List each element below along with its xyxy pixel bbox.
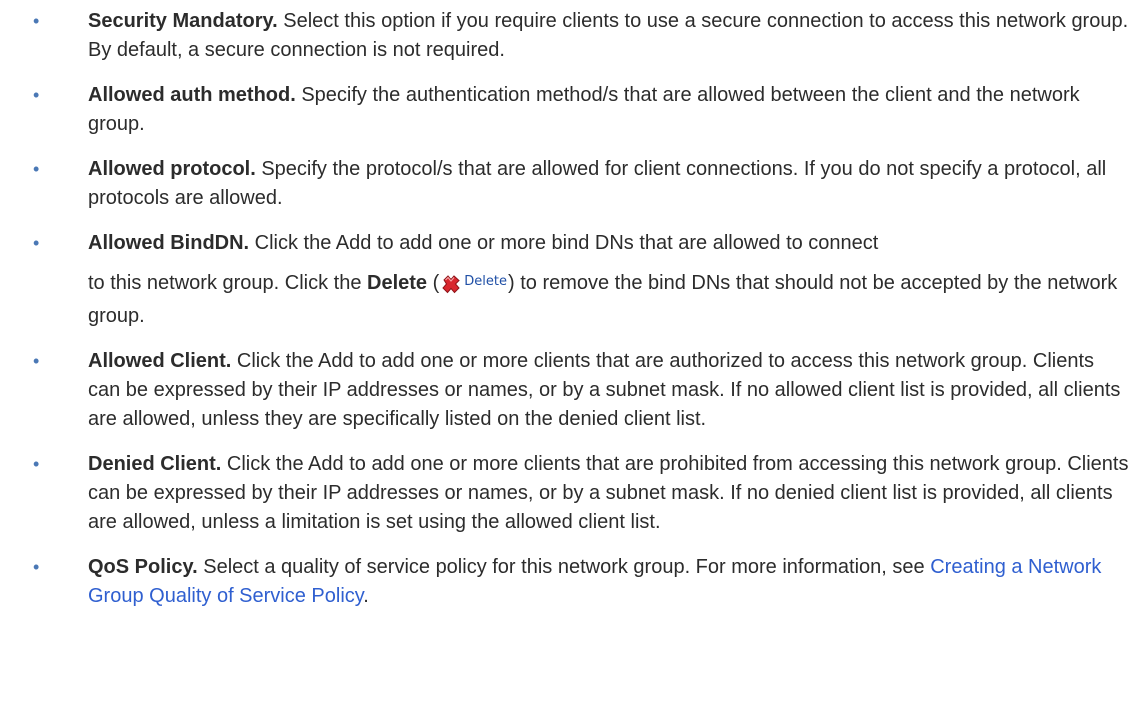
bullet: • bbox=[33, 454, 40, 474]
list-item-allowed-client: • Allowed Client. Click the Add to add o… bbox=[0, 347, 1145, 434]
bullet: • bbox=[33, 85, 40, 105]
item-term: Allowed protocol. bbox=[88, 158, 256, 180]
item-description-part2: to this network group. Click the bbox=[88, 272, 368, 294]
document-body: • Security Mandatory. Select this option… bbox=[0, 0, 1145, 726]
list-item-allowed-protocol: • Allowed protocol. Specify the protocol… bbox=[0, 155, 1145, 213]
item-description-end: . bbox=[363, 585, 369, 607]
item-term: Allowed Client. bbox=[88, 350, 232, 372]
item-description: Click the Add to add one or more clients… bbox=[88, 453, 1129, 533]
item-term: Denied Client. bbox=[88, 453, 222, 475]
bullet: • bbox=[33, 11, 40, 31]
item-description: Select a quality of service policy for t… bbox=[197, 556, 931, 578]
item-description: Click the Add to add one or more clients… bbox=[88, 350, 1121, 430]
delete-bold-label: Delete bbox=[367, 272, 428, 294]
delete-icon-label: Delete bbox=[464, 274, 507, 289]
list-item-qos-policy: • QoS Policy. Select a quality of servic… bbox=[0, 553, 1145, 611]
option-list: • Security Mandatory. Select this option… bbox=[0, 7, 1145, 627]
item-term: Allowed auth method. bbox=[88, 84, 296, 106]
bullet: • bbox=[33, 557, 40, 577]
bullet: • bbox=[33, 351, 40, 371]
list-item-security-mandatory: • Security Mandatory. Select this option… bbox=[0, 7, 1145, 65]
list-item-denied-client: • Denied Client. Click the Add to add on… bbox=[0, 450, 1145, 537]
item-description-part1: Click the Add to add one or more bind DN… bbox=[249, 232, 879, 254]
red-x-delete-icon bbox=[442, 275, 460, 294]
paren-open: ( bbox=[427, 272, 440, 294]
item-term: Allowed BindDN. bbox=[88, 232, 250, 254]
item-term: Security Mandatory. bbox=[88, 10, 278, 32]
list-item-allowed-auth-method: • Allowed auth method. Specify the authe… bbox=[0, 81, 1145, 139]
delete-button-illustration: Delete bbox=[440, 267, 507, 302]
list-item-allowed-binddn: • Allowed BindDN. Click the Add to add o… bbox=[0, 229, 1145, 331]
item-term: QoS Policy. bbox=[88, 556, 198, 578]
bullet: • bbox=[33, 159, 40, 179]
bullet: • bbox=[33, 233, 40, 253]
